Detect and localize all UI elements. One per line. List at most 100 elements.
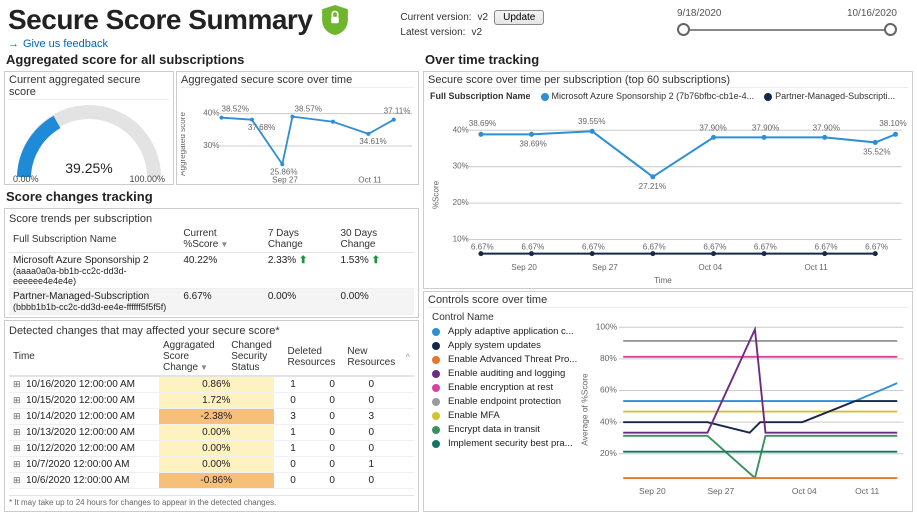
svg-text:38.10%: 38.10%: [879, 119, 906, 128]
detected-changes-panel: Detected changes that may affected your …: [4, 320, 419, 512]
svg-text:34.61%: 34.61%: [359, 137, 386, 146]
per-subscription-title: Secure score over time per subscription …: [428, 74, 908, 88]
table-row[interactable]: ⊞10/13/2020 12:00:00 AM0.00%100: [9, 425, 414, 441]
svg-text:6.67%: 6.67%: [703, 243, 726, 252]
detected-th-agg[interactable]: Aggragated Score Change▼: [159, 338, 227, 376]
latest-version-value: v2: [471, 27, 482, 38]
per-subscription-chart: %Score 40% 30% 20% 10% 38.69%38.69%39.55…: [428, 104, 908, 286]
table-row[interactable]: ⊞10/7/2020 12:00:00 AM0.00%001: [9, 457, 414, 473]
svg-text:40%: 40%: [453, 125, 469, 134]
svg-text:Oct 11: Oct 11: [805, 263, 829, 272]
update-button[interactable]: Update: [494, 10, 544, 25]
table-row[interactable]: ⊞10/12/2020 12:00:00 AM0.00%100: [9, 441, 414, 457]
svg-text:Oct 04: Oct 04: [698, 263, 722, 272]
agg-overtime-title: Aggregated secure score over time: [181, 74, 414, 88]
svg-text:Sep 20: Sep 20: [639, 486, 666, 496]
detected-footnote: * It may take up to 24 hours for changes…: [9, 495, 414, 509]
detected-th-sec[interactable]: Changed Security Status: [227, 338, 283, 376]
svg-text:37.90%: 37.90%: [813, 123, 840, 132]
page-title: Secure Score Summary: [8, 4, 312, 36]
svg-text:30%: 30%: [453, 162, 469, 171]
legend-item[interactable]: Apply system updates: [432, 340, 577, 351]
gauge-min: 0.00%: [13, 174, 39, 184]
legend-item[interactable]: Enable endpoint protection: [432, 396, 577, 407]
legend-item[interactable]: Enable MFA: [432, 410, 577, 421]
svg-text:Time: Time: [654, 276, 672, 285]
svg-text:Oct 11: Oct 11: [855, 486, 879, 496]
expand-icon[interactable]: ⊞: [13, 475, 23, 486]
svg-text:38.52%: 38.52%: [222, 105, 249, 114]
slider-handle-end[interactable]: [884, 23, 897, 36]
expand-icon[interactable]: ⊞: [13, 379, 23, 390]
legend-item[interactable]: Enable encryption at rest: [432, 382, 577, 393]
current-version-label: Current version:: [400, 12, 471, 23]
scroll-up-icon[interactable]: ^: [402, 338, 414, 376]
svg-text:20%: 20%: [600, 448, 617, 458]
svg-text:6.67%: 6.67%: [815, 243, 838, 252]
trends-th-d30[interactable]: 30 Days Change: [336, 226, 414, 253]
svg-text:Oct 11: Oct 11: [358, 175, 382, 184]
table-row[interactable]: ⊞10/15/2020 12:00:00 AM1.72%000: [9, 393, 414, 409]
svg-text:Sep 20: Sep 20: [511, 263, 537, 272]
expand-icon[interactable]: ⊞: [13, 443, 23, 454]
date-range-slider[interactable]: 9/18/2020 10/16/2020: [677, 8, 897, 37]
svg-text:38.57%: 38.57%: [294, 105, 321, 114]
detected-th-del[interactable]: Deleted Resources: [284, 338, 344, 376]
detected-title: Detected changes that may affected your …: [9, 325, 414, 337]
detected-th-time[interactable]: Time: [9, 338, 159, 376]
controls-chart: Average of %Score 100% 80% 60% 40% 20%: [581, 310, 908, 509]
legend-item[interactable]: Encrypt data in transit: [432, 424, 577, 435]
expand-icon[interactable]: ⊞: [13, 427, 23, 438]
legend-item[interactable]: Apply adaptive application c...: [432, 326, 577, 337]
legend-item[interactable]: Microsoft Azure Sponsorship 2 (7b76bfbc-…: [541, 91, 755, 101]
svg-text:38.69%: 38.69%: [519, 139, 546, 148]
feedback-label: Give us feedback: [23, 38, 108, 50]
svg-text:60%: 60%: [600, 385, 617, 395]
legend-item[interactable]: Implement security best pra...: [432, 438, 577, 449]
trends-th-d7[interactable]: 7 Days Change: [264, 226, 337, 253]
changes-section-title: Score changes tracking: [6, 189, 417, 204]
table-row[interactable]: ⊞10/6/2020 12:00:00 AM-0.86%000: [9, 473, 414, 489]
table-row[interactable]: Partner-Managed-Subscription(bbbb1b1b-cc…: [9, 289, 414, 315]
svg-text:Average of %Score: Average of %Score: [581, 373, 589, 446]
svg-text:6.67%: 6.67%: [643, 243, 666, 252]
legend-label: Full Subscription Name: [430, 91, 531, 101]
detected-table: Time Aggragated Score Change▼ Changed Se…: [9, 338, 414, 376]
svg-text:37.11%: 37.11%: [384, 107, 411, 116]
feedback-link[interactable]: → Give us feedback: [8, 38, 348, 50]
trends-th-name[interactable]: Full Subscription Name: [9, 226, 179, 253]
controls-legend-title: Control Name: [432, 312, 577, 323]
legend-item[interactable]: Enable Advanced Threat Pro...: [432, 354, 577, 365]
current-version-value: v2: [478, 12, 489, 23]
controls-legend: Control Name Apply adaptive application …: [428, 310, 581, 509]
svg-text:%Score: %Score: [431, 180, 440, 209]
controls-title: Controls score over time: [428, 294, 908, 308]
svg-text:Sep 27: Sep 27: [592, 263, 618, 272]
trends-th-current[interactable]: Current %Score▼: [179, 226, 264, 253]
arrow-up-icon: ⬆: [299, 255, 307, 266]
legend-item[interactable]: Enable auditing and logging: [432, 368, 577, 379]
svg-text:10%: 10%: [453, 235, 469, 244]
svg-text:Sep 27: Sep 27: [272, 175, 298, 184]
table-row[interactable]: ⊞10/14/2020 12:00:00 AM-2.38%303: [9, 409, 414, 425]
per-subscription-panel: Secure score over time per subscription …: [423, 71, 913, 289]
svg-text:6.67%: 6.67%: [754, 243, 777, 252]
date-end: 10/16/2020: [847, 8, 897, 19]
trends-panel: Score trends per subscription Full Subsc…: [4, 208, 419, 318]
table-row[interactable]: Microsoft Azure Sponsorship 2(aaaa0a0a-b…: [9, 253, 414, 289]
svg-text:Oct 04: Oct 04: [792, 486, 817, 496]
tracking-section-title: Over time tracking: [425, 52, 911, 67]
detected-th-new[interactable]: New Resources: [343, 338, 401, 376]
svg-text:6.67%: 6.67%: [582, 243, 605, 252]
table-row[interactable]: ⊞10/16/2020 12:00:00 AM0.86%100: [9, 377, 414, 393]
slider-handle-start[interactable]: [677, 23, 690, 36]
svg-text:6.67%: 6.67%: [521, 243, 544, 252]
trends-subtitle: Score trends per subscription: [9, 213, 414, 225]
expand-icon[interactable]: ⊞: [13, 459, 23, 470]
legend-item[interactable]: Partner-Managed-Subscripti...: [764, 91, 895, 101]
svg-text:100%: 100%: [596, 321, 618, 331]
gauge-panel: Current aggregated secure score 39.25% 0…: [4, 71, 174, 185]
arrow-right-icon: →: [8, 38, 19, 50]
expand-icon[interactable]: ⊞: [13, 395, 23, 406]
expand-icon[interactable]: ⊞: [13, 411, 23, 422]
